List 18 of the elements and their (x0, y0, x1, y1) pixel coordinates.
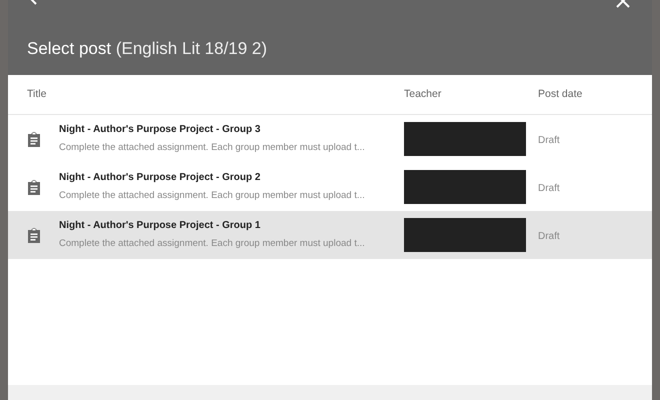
clipboard-icon (27, 226, 41, 243)
column-header: Post date (538, 88, 582, 100)
dialog-title: Select post (27, 39, 112, 58)
column-header: Teacher (404, 88, 442, 100)
post-title: Night - Author's Purpose Project - Group 2 (59, 171, 262, 186)
post-description: Complete the attached assignment. Each group member must upload t... (59, 237, 366, 252)
column-header: Title (27, 88, 46, 100)
post-title: Night - Author's Purpose Project - Group 3 (59, 123, 262, 138)
post-date: Draft (538, 135, 560, 146)
post-description: Complete the attached assignment. Each group member must upload t... (59, 189, 366, 204)
clipboard-icon (27, 178, 41, 195)
course-name: (English Lit 18/19 2) (116, 39, 268, 58)
clipboard-icon (27, 130, 41, 147)
post-row[interactable]: Night - Author's Purpose Project - Group 1 Complete the attached assignment. Each group member must upload t... Draft (8, 211, 652, 259)
post-description: Complete the attached assignment. Each group member must upload t... (59, 141, 366, 156)
post-title: Night - Author's Purpose Project - Group 1 (59, 219, 262, 234)
post-date: Draft (538, 231, 560, 242)
post-date: Draft (538, 183, 560, 194)
